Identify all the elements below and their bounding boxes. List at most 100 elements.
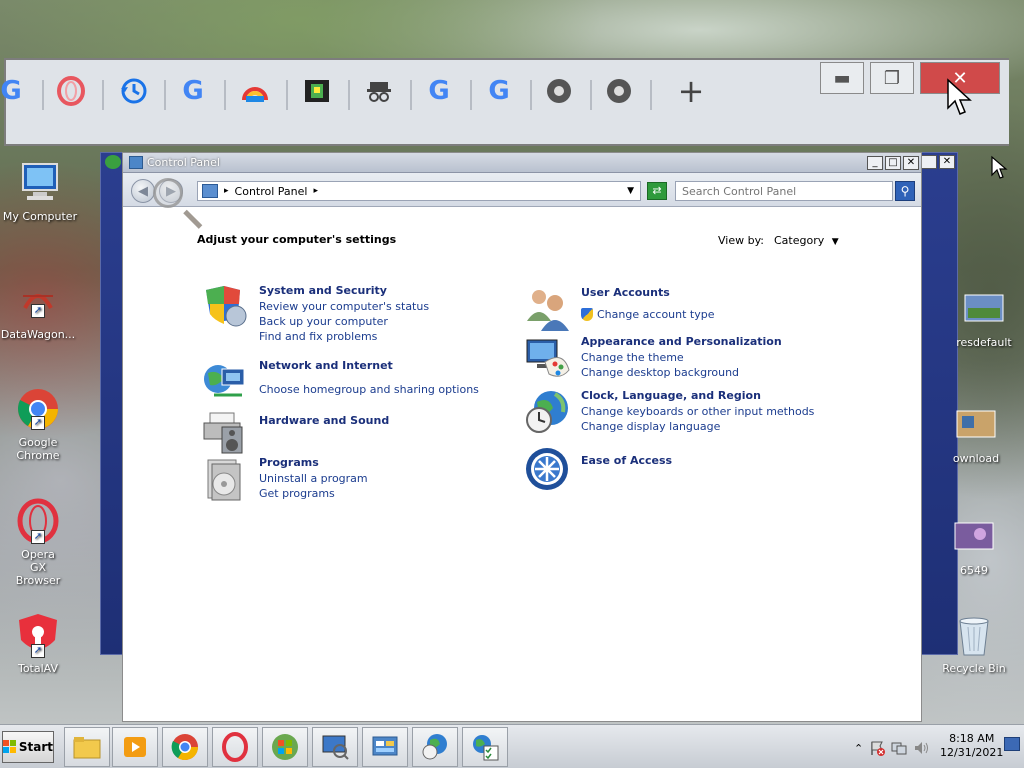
category-link[interactable]: Review your computer's status: [259, 299, 429, 314]
close-button[interactable]: ✕: [903, 156, 919, 170]
dropdown-arrow-icon[interactable]: ▼: [627, 186, 634, 196]
shield-icon[interactable]: [201, 283, 249, 331]
control-panel-icon: [372, 736, 398, 756]
taskbar-opera-button[interactable]: [212, 727, 258, 767]
monitor-palette-icon[interactable]: [523, 334, 571, 382]
category-title[interactable]: Appearance and Personalization: [581, 334, 782, 350]
computer-icon: [17, 160, 63, 206]
minimize-button[interactable]: ▬: [820, 62, 864, 94]
category-title[interactable]: Network and Internet: [259, 358, 479, 374]
magnifier-handle: [183, 209, 203, 229]
category-link[interactable]: Choose homegroup and sharing options: [259, 382, 479, 397]
desktop-icon-opera-gx[interactable]: ➚ Opera GX Browser: [0, 498, 78, 587]
users-icon[interactable]: [523, 285, 571, 333]
globe-clock-icon[interactable]: [523, 388, 571, 436]
printer-speaker-icon[interactable]: [201, 408, 249, 456]
category-link[interactable]: Change the theme: [581, 350, 782, 365]
tab-separator: [410, 80, 412, 110]
breadcrumb[interactable]: ▸ Control Panel ▸ ▼: [197, 181, 641, 201]
search-icon[interactable]: ⚲: [895, 181, 915, 201]
category-link[interactable]: Uninstall a program: [259, 471, 368, 486]
taskbar-network-button[interactable]: [462, 727, 508, 767]
clock-time: 8:18 AM: [949, 732, 995, 745]
google-tab-icon[interactable]: G: [480, 72, 518, 110]
new-tab-plus-icon[interactable]: +: [672, 72, 710, 110]
desktop-icon-label: ownload: [952, 452, 1000, 465]
category-link[interactable]: Get programs: [259, 486, 368, 501]
search-input[interactable]: [675, 181, 893, 201]
category-link[interactable]: Change display language: [581, 419, 814, 434]
incognito-tab-icon[interactable]: [360, 72, 398, 110]
chevron-down-icon[interactable]: ▼: [832, 237, 839, 247]
desktop-icon-resdefault[interactable]: resdefault: [944, 286, 1024, 349]
category-title[interactable]: Programs: [259, 455, 368, 471]
desktop-icon-recycle-bin[interactable]: Recycle Bin: [934, 612, 1014, 675]
shortcut-arrow-icon: ➚: [31, 416, 45, 430]
desktop-icon-google-chrome[interactable]: ➚ Google Chrome: [0, 386, 78, 462]
image-file-icon: [953, 402, 999, 448]
tab-separator: [650, 80, 652, 110]
breadcrumb-control-panel[interactable]: Control Panel: [235, 185, 308, 198]
show-hidden-icons-icon[interactable]: ⌃: [854, 742, 863, 755]
chevron-right-icon[interactable]: ▸: [224, 186, 229, 196]
desktop-icon-my-computer[interactable]: My Computer: [0, 160, 80, 223]
flag-error-icon[interactable]: [869, 740, 886, 756]
category-title[interactable]: User Accounts: [581, 285, 715, 301]
film-tab-icon[interactable]: [298, 72, 336, 110]
category-link[interactable]: Change account type: [581, 307, 715, 322]
chrome-tab-icon[interactable]: [540, 72, 578, 110]
tab-separator: [470, 80, 472, 110]
totalav-shield-icon: ➚: [15, 612, 61, 658]
taskbar-media-player-button[interactable]: [112, 727, 158, 767]
show-desktop-button[interactable]: [1004, 737, 1020, 751]
media-player-icon: [124, 737, 146, 757]
minimize-button[interactable]: _: [867, 156, 883, 170]
category-link[interactable]: Change keyboards or other input methods: [581, 404, 814, 419]
network-globe-icon[interactable]: [201, 358, 249, 406]
desktop-icon-download[interactable]: ownload: [936, 402, 1016, 465]
category-title[interactable]: Hardware and Sound: [259, 413, 389, 429]
opera-tab-icon[interactable]: [52, 72, 90, 110]
chevron-right-icon[interactable]: ▸: [313, 186, 318, 196]
taskbar-control-panel-button[interactable]: [362, 727, 408, 767]
taskbar-remote-desktop-button[interactable]: [312, 727, 358, 767]
category-link-text[interactable]: Change account type: [597, 307, 715, 322]
maximize-button[interactable]: □: [885, 156, 901, 170]
recycle-bin-icon: [951, 612, 997, 658]
refresh-button[interactable]: ⇄: [647, 182, 667, 200]
history-tab-icon[interactable]: [114, 72, 152, 110]
category-link[interactable]: Back up your computer: [259, 314, 429, 329]
programs-disc-icon[interactable]: [201, 455, 249, 503]
start-button[interactable]: Start: [2, 731, 54, 763]
taskbar-clock[interactable]: 8:18 AM 12/31/2021: [940, 732, 1003, 760]
rainbow-tab-icon[interactable]: [236, 72, 274, 110]
frame-close-button[interactable]: ✕: [939, 155, 955, 169]
view-by-value[interactable]: Category: [774, 234, 824, 247]
chrome-tab-icon[interactable]: [600, 72, 638, 110]
google-tab-icon[interactable]: G: [174, 72, 212, 110]
category-title[interactable]: System and Security: [259, 283, 429, 299]
taskbar-windows-button[interactable]: [262, 727, 308, 767]
desktop-icon-datawagon[interactable]: ➚ DataWagon...: [0, 278, 78, 341]
network-status-icon[interactable]: [891, 740, 907, 756]
category-link[interactable]: Change desktop background: [581, 365, 782, 380]
magnifier-cursor-icon: [153, 178, 183, 208]
frame-restore-button[interactable]: [921, 155, 937, 169]
desktop-icon-6549[interactable]: 6549: [934, 514, 1014, 577]
google-tab-icon[interactable]: G: [420, 72, 458, 110]
desktop-icon-totalav[interactable]: ➚ TotalAV: [0, 612, 78, 675]
back-button[interactable]: ◀: [131, 179, 155, 203]
uac-shield-icon: [581, 308, 593, 321]
browser-tab-strip: G G G G + ▬ ❐ ✕: [0, 58, 1009, 146]
view-by-dropdown[interactable]: Category ▼: [774, 234, 839, 247]
taskbar-explorer-button[interactable]: [64, 727, 110, 767]
google-tab-icon[interactable]: G: [0, 72, 30, 110]
category-link[interactable]: Find and fix problems: [259, 329, 429, 344]
category-title[interactable]: Clock, Language, and Region: [581, 388, 814, 404]
category-title[interactable]: Ease of Access: [581, 453, 672, 469]
taskbar-chrome-button[interactable]: [162, 727, 208, 767]
ease-of-access-icon[interactable]: [523, 445, 571, 493]
restore-button[interactable]: ❐: [870, 62, 914, 94]
volume-icon[interactable]: [913, 740, 929, 756]
taskbar-internet-button[interactable]: [412, 727, 458, 767]
